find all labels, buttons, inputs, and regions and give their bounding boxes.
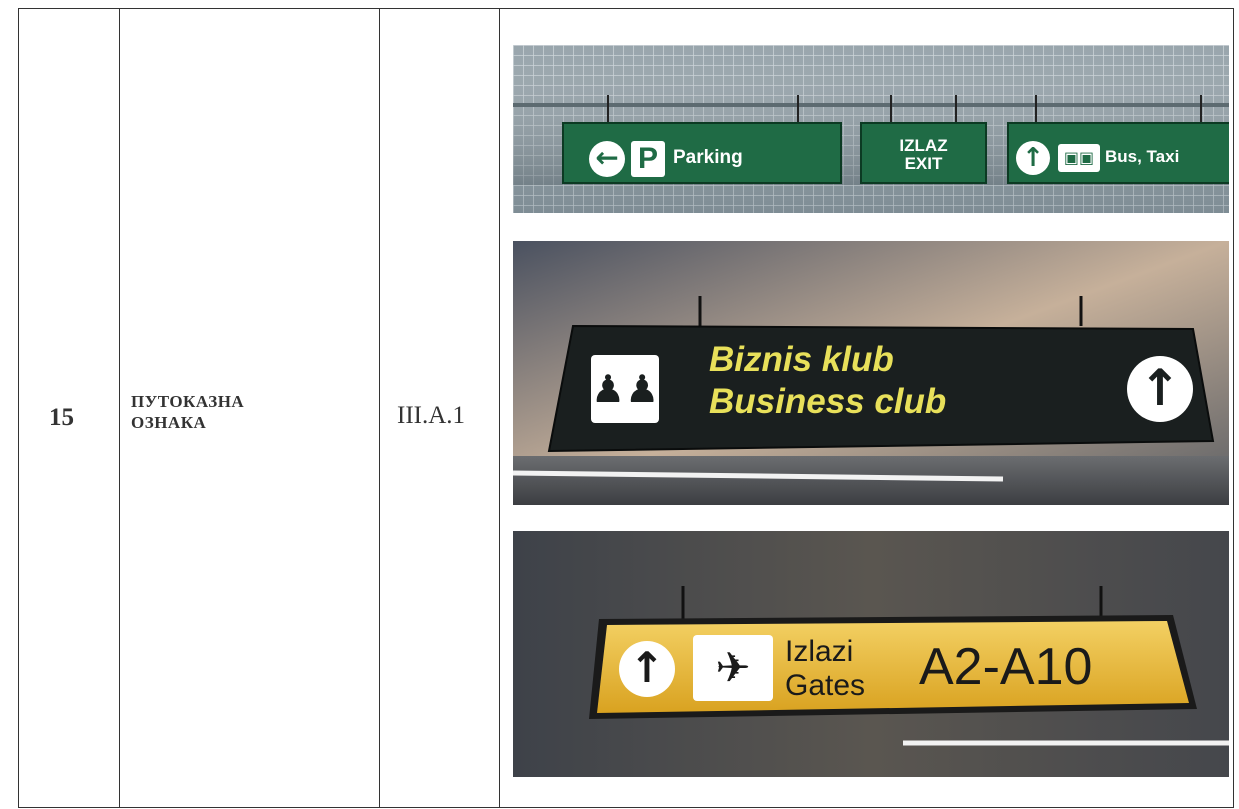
up-arrow-icon: ↑	[1016, 141, 1050, 175]
business-club-text: Biznis klub Business club	[709, 339, 946, 423]
column-divider	[119, 9, 120, 807]
up-arrow-icon: ↑	[1127, 356, 1193, 422]
photo-business-club-sign: ♟♟ Biznis klub Business club ↑	[513, 241, 1229, 505]
sign-name-line2: ОЗНАКА	[131, 413, 207, 432]
exit-label-line1: IZLAZ	[899, 136, 948, 155]
photo-gates-sign: ↑ ✈ Izlazi Gates A2-A10	[513, 531, 1229, 777]
gates-line2: Gates	[785, 669, 866, 702]
document-table: 15 ПУТОКАЗНА ОЗНАКА III.A.1 ← P Parking …	[18, 8, 1234, 808]
column-divider	[499, 9, 500, 807]
exit-label: IZLAZ EXIT	[861, 137, 986, 173]
meeting-people-icon: ♟♟	[591, 355, 659, 423]
bus-taxi-label: Bus, Taxi	[1105, 147, 1180, 166]
column-divider	[379, 9, 380, 807]
business-club-line2: Business club	[709, 382, 947, 421]
photo-parking-exit-sign: ← P Parking IZLAZ EXIT ↑ ▣▣ Bus, Taxi	[513, 45, 1229, 213]
row-number: 15	[49, 404, 74, 431]
taxi-bus-icon: ▣▣	[1058, 144, 1100, 172]
gates-range: A2-A10	[919, 638, 1093, 696]
business-club-line1: Biznis klub	[709, 340, 894, 379]
sign-code: III.A.1	[397, 402, 466, 429]
parking-letter-icon: P	[631, 141, 665, 177]
exit-label-line2: EXIT	[904, 154, 943, 173]
airplane-icon: ✈	[693, 635, 773, 701]
up-arrow-icon: ↑	[619, 641, 675, 697]
left-arrow-icon: ←	[589, 141, 625, 177]
sign-name: ПУТОКАЗНА ОЗНАКА	[131, 391, 371, 433]
gates-line1: Izlazi	[785, 635, 854, 668]
gates-text: Izlazi Gates	[785, 635, 865, 703]
sign-name-line1: ПУТОКАЗНА	[131, 392, 245, 411]
parking-label: Parking	[673, 147, 743, 168]
